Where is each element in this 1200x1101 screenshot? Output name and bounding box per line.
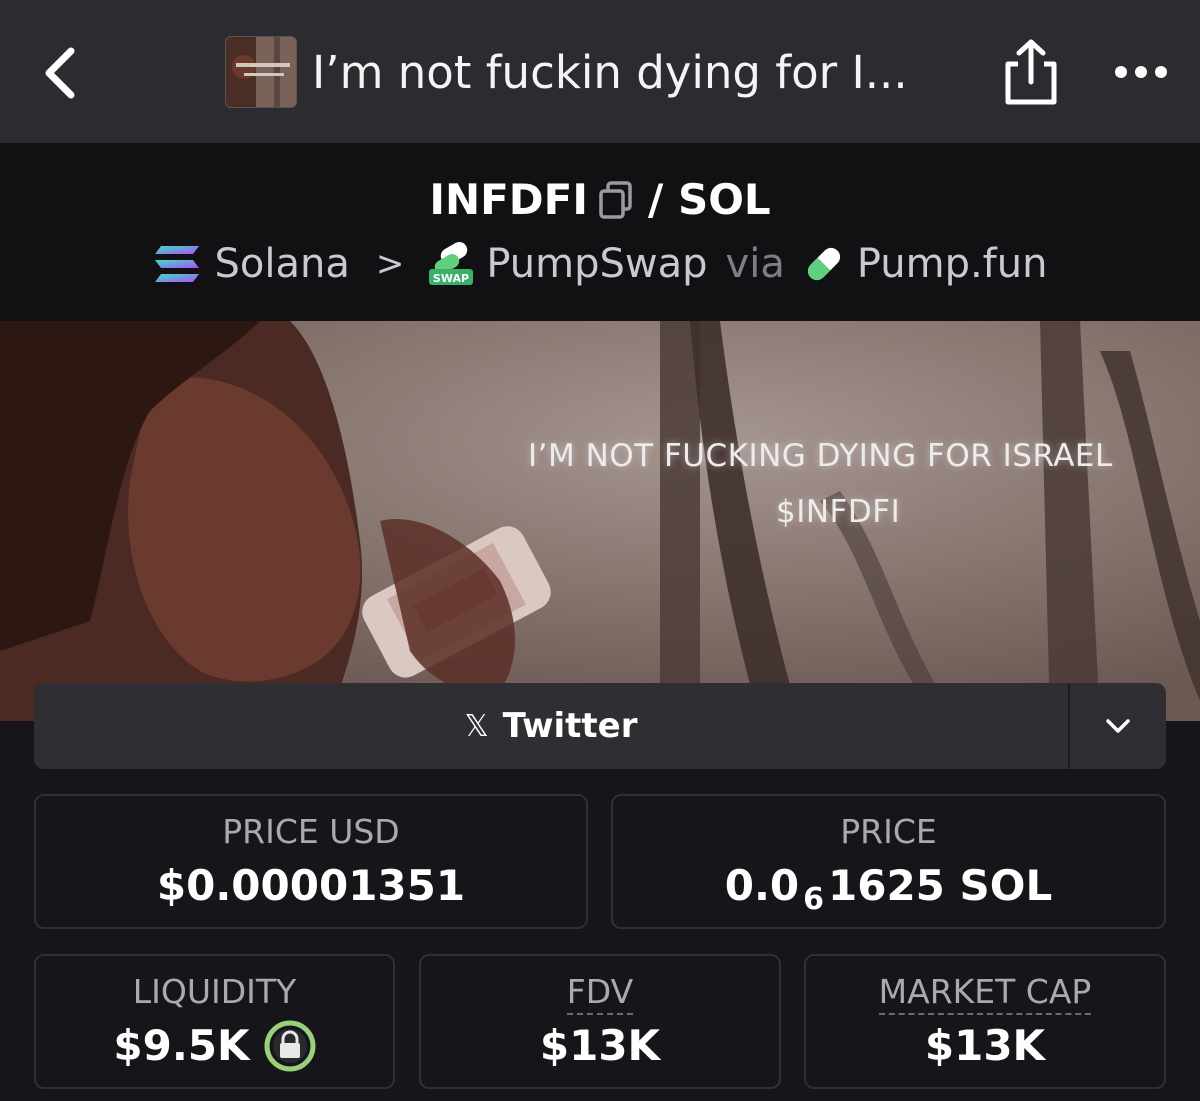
back-button[interactable] bbox=[36, 42, 82, 104]
price-zero-count: 6 bbox=[803, 882, 825, 917]
chevron-down-icon bbox=[1106, 719, 1130, 733]
banner-caption-line2: $INFDFI bbox=[776, 494, 901, 530]
social-links-bar: 𝕏 Twitter bbox=[34, 683, 1166, 769]
twitter-button[interactable]: 𝕏 Twitter bbox=[34, 683, 1068, 769]
price-usd-label: PRICE USD bbox=[222, 812, 400, 851]
market-cap-card: MARKET CAP $13K bbox=[804, 954, 1166, 1089]
liquidity-value-row: $9.5K bbox=[36, 1020, 393, 1072]
fdv-card: FDV $13K bbox=[419, 954, 781, 1089]
launchpad-link[interactable]: Pump.fun bbox=[803, 241, 1048, 287]
pair-name: INFDFI / SOL bbox=[0, 171, 1200, 227]
solana-icon bbox=[154, 246, 199, 282]
liquidity-value: $9.5K bbox=[113, 1021, 250, 1070]
dex-link[interactable]: SWAP PumpSwap bbox=[428, 241, 708, 287]
chevron-right-icon: > bbox=[375, 244, 405, 284]
pumpfun-icon bbox=[807, 247, 840, 281]
banner-caption-line1: I’M NOT FUCKING DYING FOR ISRAEL bbox=[528, 438, 1113, 474]
chevron-left-icon bbox=[45, 47, 75, 99]
chain-name: Solana bbox=[214, 241, 350, 287]
share-button[interactable] bbox=[1000, 38, 1062, 108]
price-native-card: PRICE 0.0 6 1625 SOL bbox=[611, 794, 1166, 929]
pair-header: INFDFI / SOL Solana > SWAP PumpSwap via … bbox=[0, 143, 1200, 321]
price-usd-value: $0.00001351 bbox=[156, 861, 466, 910]
svg-text:SWAP: SWAP bbox=[433, 272, 469, 285]
chain-link[interactable]: Solana bbox=[153, 241, 350, 287]
market-cap-value: $13K bbox=[924, 1021, 1046, 1070]
pumpswap-icon: SWAP bbox=[429, 242, 474, 285]
lock-icon[interactable] bbox=[264, 1020, 316, 1072]
top-navigation-bar: I’m not fuckin dying for I... bbox=[0, 0, 1200, 143]
banner-caption: I’M NOT FUCKING DYING FOR ISRAEL $INFDFI bbox=[528, 436, 1168, 532]
share-icon bbox=[1005, 39, 1057, 105]
fdv-value: $13K bbox=[539, 1021, 661, 1070]
social-dropdown-button[interactable] bbox=[1068, 683, 1166, 769]
liquidity-card: LIQUIDITY $9.5K bbox=[34, 954, 395, 1089]
more-dots-icon bbox=[1115, 66, 1127, 78]
fdv-label[interactable]: FDV bbox=[421, 972, 779, 1015]
price-native-label: PRICE bbox=[840, 812, 937, 851]
token-thumbnail bbox=[225, 36, 297, 108]
liquidity-label: LIQUIDITY bbox=[132, 972, 297, 1011]
twitter-label: Twitter bbox=[502, 706, 638, 746]
more-button[interactable] bbox=[1108, 52, 1174, 92]
base-token-symbol: INFDFI bbox=[429, 174, 588, 224]
market-cap-label[interactable]: MARKET CAP bbox=[806, 972, 1164, 1015]
quote-token: / SOL bbox=[647, 174, 771, 224]
pair-route: Solana > SWAP PumpSwap via Pump.fun bbox=[0, 239, 1200, 289]
x-logo-icon: 𝕏 bbox=[464, 708, 489, 744]
copy-icon bbox=[599, 181, 632, 219]
price-native-value: 0.0 6 1625 SOL bbox=[613, 860, 1164, 917]
page-title: I’m not fuckin dying for I... bbox=[312, 46, 908, 99]
dex-name: PumpSwap bbox=[486, 241, 708, 287]
copy-address-button[interactable] bbox=[598, 179, 634, 219]
launchpad-name: Pump.fun bbox=[856, 241, 1048, 287]
via-text: via bbox=[725, 241, 785, 287]
price-usd-card: PRICE USD $0.00001351 bbox=[34, 794, 588, 929]
